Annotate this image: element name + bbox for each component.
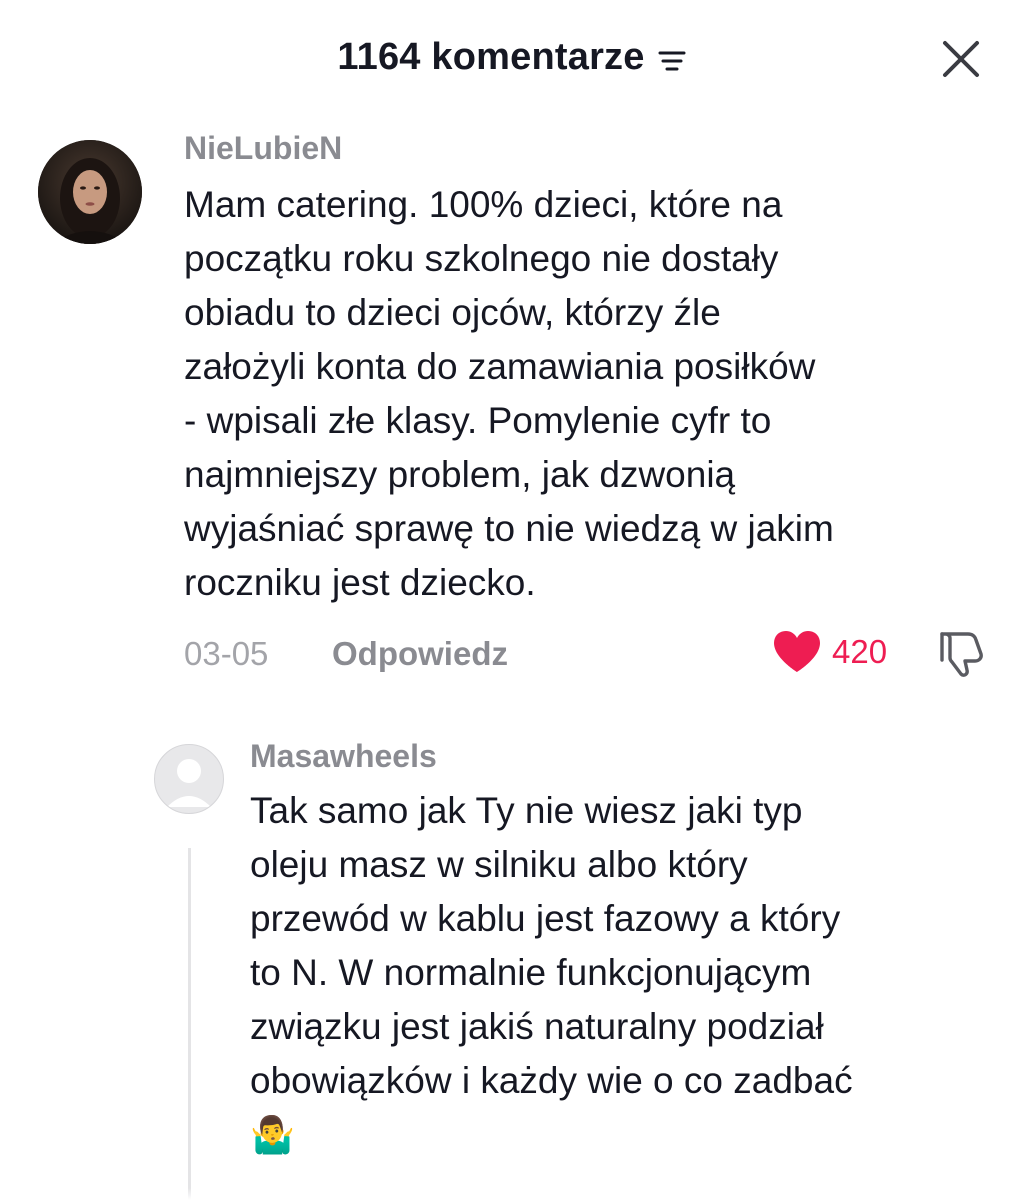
comment-date: 03-05 (184, 635, 269, 672)
reply-username[interactable]: Masawheels (250, 738, 437, 775)
shrug-emoji: 🤷‍♂️ (250, 1114, 295, 1155)
reply-button[interactable]: Odpowiedz (332, 635, 508, 673)
like-button[interactable]: 420 (772, 630, 887, 674)
like-count: 420 (832, 633, 888, 670)
avatar-placeholder[interactable] (154, 744, 224, 814)
dislike-button[interactable] (934, 630, 988, 683)
reply-item: Masawheels Tak samo jak Ty nie wiesz jak… (0, 700, 1024, 1200)
comment-username[interactable]: NieLubieN (184, 130, 342, 167)
comment-item: NieLubieN Mam catering. 100% dzieci, któ… (0, 0, 1024, 700)
comment-text: Mam catering. 100% dzieci, które na pocz… (184, 184, 834, 603)
heart-filled-icon (774, 631, 820, 672)
bottom-fade (0, 1188, 1024, 1200)
avatar[interactable] (38, 140, 142, 244)
default-user-icon (167, 759, 211, 807)
comments-sheet: 1164 komentarze NieLubieN Mam catering. … (0, 0, 1024, 1200)
reply-text: Tak samo jak Ty nie wiesz jaki typ oleju… (250, 790, 853, 1101)
thumbs-down-icon (940, 632, 983, 677)
